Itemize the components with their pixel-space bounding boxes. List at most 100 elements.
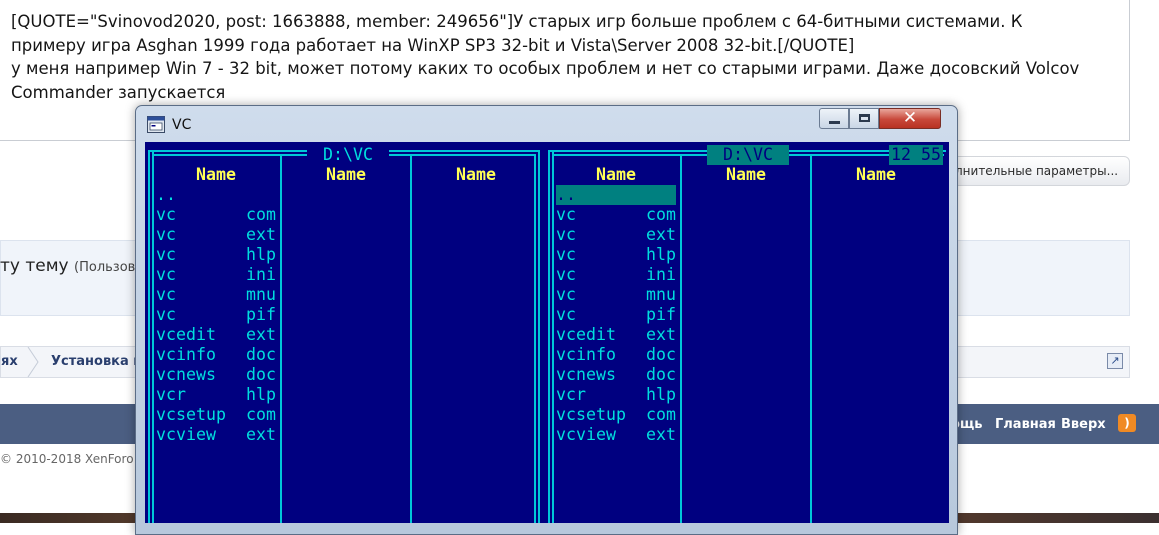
dos-app-icon [147, 116, 165, 133]
post-line: у меня например Win 7 - 32 bit, может по… [11, 59, 1080, 78]
file-entry[interactable]: vc mnu [156, 285, 276, 305]
file-ext: hlp [246, 385, 276, 404]
minimize-button[interactable] [819, 108, 849, 129]
file-name: vcsetup [556, 405, 626, 424]
column-header: Name [596, 165, 636, 184]
parent-dir-entry-selected[interactable]: .. [556, 185, 676, 205]
file-entry[interactable]: vcinfo doc [156, 345, 276, 365]
close-icon: ✕ [902, 108, 918, 128]
parent-dir-entry[interactable]: .. [156, 185, 276, 205]
file-name: vc [156, 285, 176, 304]
file-ext: pif [246, 305, 276, 324]
file-ext: doc [646, 345, 676, 364]
file-name: vcview [156, 425, 216, 444]
reply-heading: ту тему (Пользов [0, 256, 135, 276]
column-header: Name [326, 165, 366, 184]
file-ext: ext [646, 425, 676, 444]
breadcrumb-item[interactable]: ях [1, 354, 18, 369]
file-ext: com [646, 205, 676, 224]
file-ext: ext [646, 225, 676, 244]
reply-hint-text: (Пользов [74, 260, 136, 275]
column-header: Name [856, 165, 896, 184]
left-panel[interactable]: D:\VC Name Name Name .. vc com vc ext vc hl… [145, 142, 545, 523]
maximize-button[interactable] [849, 108, 879, 129]
file-entry[interactable]: vc com [556, 205, 676, 225]
file-ext: hlp [646, 385, 676, 404]
file-ext: ext [246, 225, 276, 244]
maximize-icon [859, 114, 870, 122]
file-entry[interactable]: vcr hlp [556, 385, 676, 405]
dos-console[interactable]: D:\VC Name Name Name .. vc com vc ext vc hl… [145, 142, 949, 523]
file-ext: com [646, 405, 676, 424]
file-name: vcr [156, 385, 186, 404]
file-ext: ext [246, 325, 276, 344]
file-ext: pif [646, 305, 676, 324]
right-panel-path: D:\VC [707, 145, 789, 165]
breadcrumb-separator-icon [27, 347, 39, 377]
column-header: Name [726, 165, 766, 184]
file-ext: doc [246, 345, 276, 364]
jump-to-icon[interactable]: ↗ [1107, 353, 1123, 369]
footer-link-home[interactable]: Главная [995, 417, 1056, 432]
file-entry[interactable]: vcedit ext [156, 325, 276, 345]
file-ext: ext [646, 325, 676, 344]
file-entry[interactable]: vc ini [156, 265, 276, 285]
file-name: vc [556, 305, 576, 324]
file-ext: ini [246, 265, 276, 284]
clock: 12 55 [889, 145, 943, 165]
file-name: vcinfo [556, 345, 616, 364]
file-name: vcinfo [156, 345, 216, 364]
file-ext: ext [246, 425, 276, 444]
column-header: Name [456, 165, 496, 184]
file-ext: mnu [646, 285, 676, 304]
file-entry[interactable]: vcview ext [156, 425, 276, 445]
file-name: vcedit [556, 325, 616, 344]
file-entry[interactable]: vc pif [556, 305, 676, 325]
file-entry[interactable]: vc ext [156, 225, 276, 245]
file-entry[interactable]: vcr hlp [156, 385, 276, 405]
file-entry[interactable]: vc com [156, 205, 276, 225]
file-entry[interactable]: vcedit ext [556, 325, 676, 345]
file-entry[interactable]: vcview ext [556, 425, 676, 445]
file-entry[interactable]: vc mnu [556, 285, 676, 305]
file-entry[interactable]: vcsetup com [556, 405, 676, 425]
file-entry[interactable]: vc ini [556, 265, 676, 285]
file-entry[interactable]: vcinfo doc [556, 345, 676, 365]
right-panel[interactable]: D:\VC 12 55 Name Name Name .. vc com vc ex… [545, 142, 946, 523]
close-button[interactable]: ✕ [879, 108, 941, 129]
file-entry[interactable]: vcnews doc [156, 365, 276, 385]
file-entry[interactable]: vc ext [556, 225, 676, 245]
post-line: Commander запускается [11, 82, 226, 102]
file-name: vcnews [556, 365, 616, 384]
minimize-icon [829, 121, 840, 124]
file-name: vc [156, 245, 176, 264]
file-entry[interactable]: vc hlp [156, 245, 276, 265]
file-entry[interactable]: vc pif [156, 305, 276, 325]
file-ext: mnu [246, 285, 276, 304]
file-ext: com [246, 205, 276, 224]
file-name: vc [556, 265, 576, 284]
file-entry[interactable]: vcsetup com [156, 405, 276, 425]
file-name: vcedit [156, 325, 216, 344]
file-ext: com [246, 405, 276, 424]
file-name: vc [156, 205, 176, 224]
file-name: vcsetup [156, 405, 226, 424]
file-name: vcview [556, 425, 616, 444]
rss-icon[interactable]: ) [1118, 414, 1136, 432]
file-name: vcnews [156, 365, 216, 384]
post-line: [QUOTE="Svinovod2020, post: 1663888, mem… [11, 12, 1023, 31]
column-header: Name [196, 165, 236, 184]
file-entry[interactable]: vcnews doc [556, 365, 676, 385]
file-ext: hlp [646, 245, 676, 264]
file-name: vc [156, 225, 176, 244]
file-ext: doc [646, 365, 676, 384]
file-name: vc [156, 305, 176, 324]
footer-link-top[interactable]: Вверх [1061, 417, 1106, 432]
more-options-button[interactable]: лнительные параметры... [940, 156, 1130, 186]
breadcrumb-item[interactable]: Установка и [51, 354, 142, 369]
post-line: примеру игра Asghan 1999 года работает н… [11, 35, 855, 55]
post-text: [QUOTE="Svinovod2020, post: 1663888, mem… [11, 10, 1121, 104]
file-name: vc [556, 205, 576, 224]
file-entry[interactable]: vc hlp [556, 245, 676, 265]
file-name: vc [556, 245, 576, 264]
